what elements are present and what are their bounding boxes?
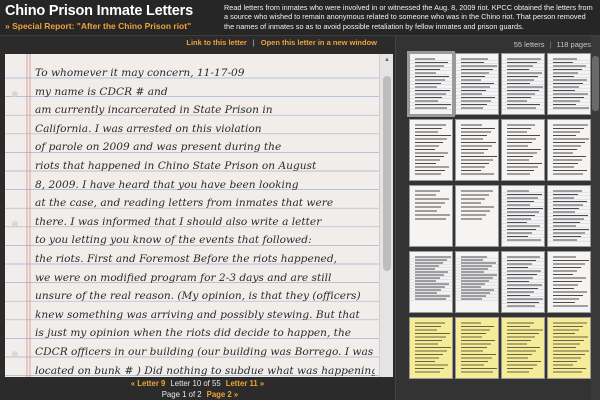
letter-thumbnail[interactable] [547, 53, 591, 115]
letter-line: CDCR officers in our building (our build… [35, 345, 374, 358]
letter-line: am currently incarcerated in State Priso… [35, 104, 273, 117]
letter-thumbnail[interactable] [501, 53, 545, 115]
prev-letter-link[interactable]: « Letter 9 [131, 379, 166, 388]
thumbnail-preview [461, 322, 497, 373]
letter-thumbnail[interactable] [407, 51, 455, 117]
letter-pager: « Letter 9 Letter 10 of 55 Letter 11 » Pag… [0, 377, 395, 400]
page-count: 118 pages [556, 40, 591, 49]
page-title: Chino Prison Inmate Letters [5, 3, 193, 19]
thumbnail-preview [461, 190, 494, 220]
link-separator: | [252, 38, 255, 47]
letter-thumbnail[interactable] [455, 251, 499, 313]
letter-viewer: Link to this letter | Open this letter in … [0, 36, 395, 400]
letter-thumbnail[interactable] [547, 185, 591, 247]
letter-thumbnail[interactable] [409, 251, 453, 313]
thumbnail-preview [553, 256, 589, 307]
letter-thumbnail[interactable] [455, 317, 499, 379]
thumbnail-preview [548, 190, 590, 242]
thumbnail-count: 55 letters | 118 pages [396, 40, 591, 49]
letter-thumbnail[interactable] [501, 119, 545, 181]
letter-line: knew something was arriving and possibly… [35, 308, 360, 321]
letter-line: there. I was informed that I should also… [35, 215, 322, 228]
link-to-letter[interactable]: Link to this letter [186, 38, 246, 47]
thumbnail-preview [502, 256, 544, 308]
header-description: Read letters from inmates who were invol… [224, 3, 593, 31]
letter-line: unsure of the real reason. (My opinion, … [35, 290, 361, 303]
thumbnail-preview [410, 58, 452, 110]
thumbnail-preview [415, 190, 450, 220]
scrollbar-thumb[interactable] [383, 76, 391, 271]
special-report-link[interactable]: » Special Report: "After the Chino Priso… [5, 21, 191, 31]
letter-page: To whomever it may concern, 11-17-09 my … [5, 54, 379, 391]
thumbnail-preview [502, 58, 544, 110]
letter-thumbnail[interactable] [501, 317, 545, 379]
thumbnail-preview [410, 256, 452, 301]
thumbnail-scrollbar[interactable] [591, 36, 600, 400]
header: Chino Prison Inmate Letters » Special Re… [0, 0, 600, 36]
thumbnail-preview [415, 124, 451, 175]
thumbnail-preview [456, 58, 498, 110]
thumbnail-preview [415, 322, 451, 373]
letter-line: we were on modified program for 2-3 days… [35, 271, 332, 284]
letter-thumbnail[interactable] [547, 317, 591, 379]
letter-thumbnail[interactable] [501, 251, 545, 313]
letter-links: Link to this letter | Open this letter in … [0, 38, 395, 52]
letter-line: To whomever it may concern, 11-17-09 [35, 67, 245, 79]
page-status: Page 1 of 2 [161, 390, 202, 399]
thumbnail-preview [553, 322, 589, 373]
thumbnail-panel: 55 letters | 118 pages [395, 36, 600, 400]
letter-line: California. I was arrested on this viola… [35, 122, 262, 135]
next-letter-link[interactable]: Letter 11 » [226, 379, 265, 388]
next-page-link[interactable]: Page 2 » [207, 390, 239, 399]
letter-scroll-area[interactable]: To whomever it may concern, 11-17-09 my … [5, 54, 393, 391]
thumbnail-preview [461, 124, 497, 175]
count-separator: | [549, 40, 552, 49]
letter-line: of parole on 2009 and was present during… [35, 141, 282, 154]
handwritten-letter-text: To whomever it may concern, 11-17-09 my … [35, 64, 375, 391]
thumbnail-preview [502, 190, 544, 242]
letter-thumbnail[interactable] [409, 185, 453, 247]
letter-scrollbar[interactable]: ▲ ▼ [379, 54, 393, 391]
letter-thumbnail[interactable] [409, 119, 453, 181]
letter-thumbnail[interactable] [455, 119, 499, 181]
thumbnail-preview [548, 58, 590, 110]
letter-thumbnail[interactable] [547, 119, 591, 181]
letter-line: to you letting you know of the events th… [35, 234, 312, 247]
letter-thumbnail[interactable] [501, 185, 545, 247]
letter-thumbnail[interactable] [455, 53, 499, 115]
letter-thumbnail[interactable] [547, 251, 591, 313]
thumbnail-preview [553, 124, 589, 175]
letter-status: Letter 10 of 55 [170, 379, 221, 388]
thumbnail-preview [507, 124, 542, 175]
letter-count: 55 letters [513, 40, 545, 49]
thumbnail-preview [456, 256, 498, 301]
letter-line: is just my opinion when the riots did de… [35, 327, 352, 340]
letter-line: the riots. First and Foremost Before the… [35, 252, 337, 265]
letter-thumbnail[interactable] [455, 185, 499, 247]
letter-line: my name is CDCR # and [35, 85, 168, 98]
scroll-up-icon[interactable]: ▲ [380, 54, 393, 66]
letter-line: riots that happened in Chino State Priso… [35, 159, 317, 172]
letter-line: 8, 2009. I have heard that you have been… [35, 178, 299, 191]
thumbnail-scrollbar-thumb[interactable] [592, 56, 599, 111]
letter-line: at the case, and reading letters from in… [35, 197, 334, 210]
thumbnail-preview [507, 322, 543, 373]
open-new-window-link[interactable]: Open this letter in a new window [261, 38, 377, 47]
letter-thumbnail[interactable] [409, 317, 453, 379]
